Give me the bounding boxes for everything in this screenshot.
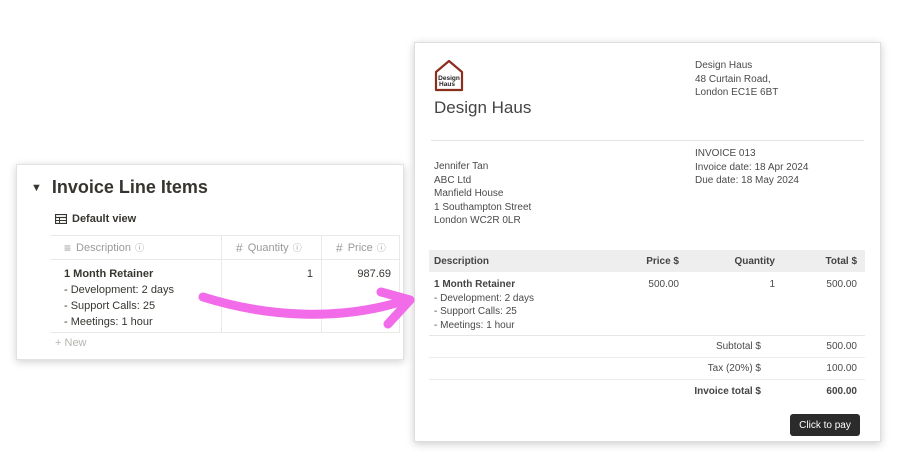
cell-quantity[interactable]: 1 bbox=[222, 260, 322, 332]
line-quantity: 1 bbox=[769, 279, 775, 290]
tax-row: Tax (20%) $ 100.00 bbox=[429, 358, 865, 380]
table-row: 1 Month Retainer - Development: 2 days -… bbox=[429, 272, 865, 336]
subtotal-value: 500.00 bbox=[826, 341, 857, 352]
number-hash-icon: # bbox=[336, 240, 343, 255]
line-items-header: Description Price $ Quantity Total $ bbox=[429, 250, 865, 272]
line-items-table: Description Price $ Quantity Total $ 1 M… bbox=[429, 250, 865, 336]
new-row-button[interactable]: + New bbox=[55, 337, 87, 349]
database-title[interactable]: ▼ Invoice Line Items bbox=[31, 177, 208, 198]
view-tab-default[interactable]: Default view bbox=[55, 213, 136, 225]
row-title: 1 Month Retainer bbox=[64, 268, 154, 280]
address-line: Design Haus bbox=[695, 60, 753, 71]
invoice-total-label: Invoice total $ bbox=[694, 385, 761, 397]
invoice-total-value: 600.00 bbox=[826, 385, 857, 397]
column-label: Price bbox=[347, 241, 373, 254]
invoice-meta: INVOICE 013 Invoice date: 18 Apr 2024 Du… bbox=[695, 147, 808, 188]
line-detail: - Development: 2 days bbox=[434, 292, 535, 304]
view-label: Default view bbox=[72, 213, 137, 225]
address-line: 1 Southampton Street bbox=[434, 201, 532, 213]
address-line: Jennifer Tan bbox=[434, 161, 489, 172]
subtotal-label: Subtotal $ bbox=[715, 341, 761, 352]
plus-icon: + bbox=[55, 337, 62, 349]
column-header-description[interactable]: ≡ Description ⓘ bbox=[50, 236, 222, 259]
cell-description[interactable]: 1 Month Retainer - Development: 2 days -… bbox=[50, 260, 222, 332]
tax-label: Tax (20%) $ bbox=[707, 363, 761, 374]
collapse-triangle-icon[interactable]: ▼ bbox=[31, 182, 42, 194]
subtotal-row: Subtotal $ 500.00 bbox=[429, 336, 865, 358]
database-table: ≡ Description ⓘ # Quantity ⓘ # Price ⓘ 1… bbox=[50, 235, 400, 333]
header-quantity: Quantity bbox=[734, 255, 775, 267]
row-detail-line: - Meetings: 1 hour bbox=[64, 316, 153, 328]
line-detail: - Meetings: 1 hour bbox=[434, 319, 515, 331]
line-price: 500.00 bbox=[648, 279, 679, 290]
text-lines-icon: ≡ bbox=[64, 240, 72, 255]
row-detail-line: - Development: 2 days bbox=[64, 284, 175, 296]
click-to-pay-button[interactable]: Click to pay bbox=[790, 414, 860, 436]
address-line: Manfield House bbox=[434, 188, 504, 199]
table-icon bbox=[55, 214, 67, 224]
row-detail-line: - Support Calls: 25 bbox=[64, 300, 156, 312]
notion-database-panel: ▼ Invoice Line Items Default view ≡ Desc… bbox=[16, 164, 404, 360]
line-detail: - Support Calls: 25 bbox=[434, 306, 517, 317]
column-label: Quantity bbox=[247, 241, 289, 254]
invoice-date: Invoice date: 18 Apr 2024 bbox=[695, 161, 809, 173]
column-label: Description bbox=[76, 241, 132, 254]
table-row[interactable]: 1 Month Retainer - Development: 2 days -… bbox=[50, 260, 400, 333]
line-description: 1 Month Retainer - Development: 2 days -… bbox=[429, 278, 615, 335]
column-header-quantity[interactable]: # Quantity ⓘ bbox=[222, 236, 322, 259]
table-header: ≡ Description ⓘ # Quantity ⓘ # Price ⓘ bbox=[50, 235, 400, 260]
cell-price[interactable]: 987.69 bbox=[322, 260, 400, 332]
invoice-number: INVOICE 013 bbox=[695, 148, 756, 159]
line-total: 500.00 bbox=[826, 279, 857, 290]
tax-value: 100.00 bbox=[826, 363, 857, 374]
logo-text: Haus bbox=[439, 81, 455, 88]
header-description: Description bbox=[434, 255, 490, 267]
header-total: Total $ bbox=[825, 255, 857, 267]
database-title-text: Invoice Line Items bbox=[51, 177, 208, 197]
header-price: Price $ bbox=[646, 255, 679, 267]
address-line: London EC1E 6BT bbox=[695, 87, 779, 98]
invoice-total-row: Invoice total $ 600.00 bbox=[429, 380, 865, 402]
line-title: 1 Month Retainer bbox=[434, 279, 516, 290]
company-name: Design Haus bbox=[434, 98, 532, 117]
divider bbox=[431, 140, 864, 141]
new-row-label: New bbox=[64, 337, 87, 349]
info-icon: ⓘ bbox=[135, 243, 145, 253]
invoice-document: Design Haus Design Haus Design Haus 48 C… bbox=[414, 42, 881, 442]
address-line: 48 Curtain Road, bbox=[695, 73, 771, 85]
from-address: Design Haus 48 Curtain Road, London EC1E… bbox=[695, 59, 778, 100]
number-hash-icon: # bbox=[236, 240, 243, 255]
address-line: London WC2R 0LR bbox=[434, 215, 521, 226]
totals-section: Subtotal $ 500.00 Tax (20%) $ 100.00 Inv… bbox=[429, 336, 865, 402]
due-date: Due date: 18 May 2024 bbox=[695, 175, 799, 186]
column-header-price[interactable]: # Price ⓘ bbox=[322, 236, 400, 259]
bill-to-address: Jennifer Tan ABC Ltd Manfield House 1 So… bbox=[434, 160, 531, 228]
info-icon: ⓘ bbox=[292, 243, 302, 253]
info-icon: ⓘ bbox=[376, 243, 386, 253]
design-haus-logo: Design Haus bbox=[434, 59, 464, 92]
address-line: ABC Ltd bbox=[434, 174, 472, 186]
